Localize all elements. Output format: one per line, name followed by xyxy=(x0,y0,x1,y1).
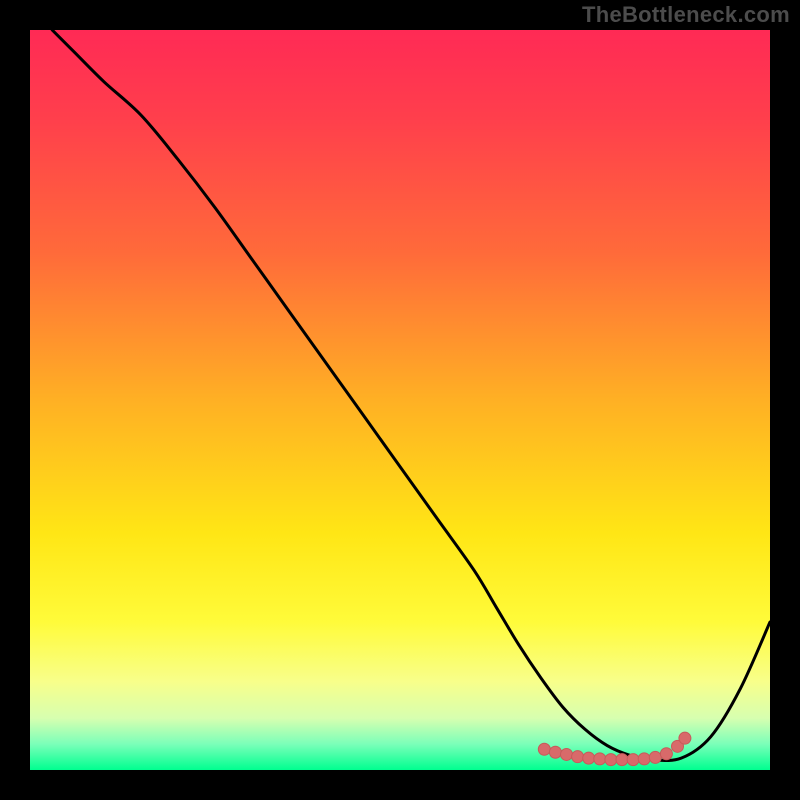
plot-area xyxy=(30,30,770,770)
marker-dot xyxy=(627,754,639,766)
marker-dot xyxy=(605,754,617,766)
watermark-text: TheBottleneck.com xyxy=(582,2,790,28)
marker-dot xyxy=(572,751,584,763)
marker-dot xyxy=(549,746,561,758)
marker-dot xyxy=(660,748,672,760)
marker-dot xyxy=(679,732,691,744)
marker-dot xyxy=(538,743,550,755)
marker-dot xyxy=(561,748,573,760)
marker-dot xyxy=(649,751,661,763)
marker-dot xyxy=(594,753,606,765)
marker-dot xyxy=(616,754,628,766)
marker-dot xyxy=(583,752,595,764)
chart-frame: TheBottleneck.com xyxy=(0,0,800,800)
marker-dot xyxy=(638,753,650,765)
curve-layer xyxy=(30,30,770,770)
curve-line xyxy=(52,30,770,761)
